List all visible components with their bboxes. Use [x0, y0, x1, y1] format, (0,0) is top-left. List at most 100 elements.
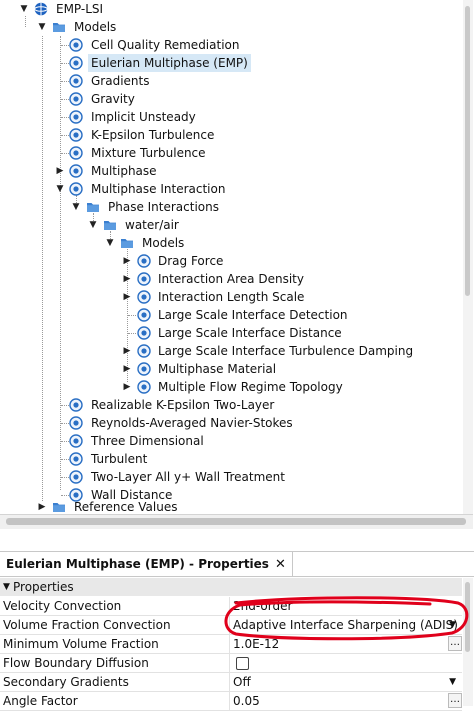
- property-name: Angle Factor: [3, 694, 78, 708]
- property-name: Velocity Convection: [3, 599, 122, 613]
- tree-node-root[interactable]: ▼ EMP-LSI: [0, 0, 460, 18]
- model-node-icon: [137, 344, 151, 358]
- folder-icon: [121, 239, 133, 248]
- chevron-right-icon[interactable]: ▶: [123, 342, 131, 360]
- tree-node-label: Eulerian Multiphase (EMP): [88, 54, 251, 72]
- tree-node-model[interactable]: Implicit Unsteady: [0, 108, 460, 126]
- tree-node-sub-model[interactable]: ▶ Multiphase Material: [0, 360, 460, 378]
- property-row[interactable]: Secondary Gradients Off ▼: [0, 673, 462, 692]
- checkbox[interactable]: [236, 657, 249, 670]
- chevron-right-icon[interactable]: ▶: [56, 162, 64, 180]
- tree-node-sub-model[interactable]: ▶ Interaction Length Scale: [0, 288, 460, 306]
- tree-node-label: Models: [142, 236, 185, 250]
- folder-icon: [87, 203, 99, 212]
- chevron-right-icon[interactable]: ▶: [123, 378, 131, 396]
- properties-panel: Eulerian Multiphase (EMP) - Properties ✕ …: [0, 551, 474, 711]
- model-node-icon: [137, 380, 151, 394]
- scrollbar-thumb[interactable]: [465, 6, 470, 296]
- tree-node-model-selected[interactable]: Eulerian Multiphase (EMP): [0, 54, 460, 72]
- chevron-down-icon[interactable]: ▼: [106, 234, 114, 252]
- property-value-dropdown[interactable]: 2nd-order: [229, 597, 462, 615]
- tree-node-label: Gradients: [91, 74, 150, 88]
- tree-node-sub-model[interactable]: ▶ Interaction Area Density: [0, 270, 460, 288]
- chevron-down-icon[interactable]: ▼: [38, 18, 46, 36]
- property-name: Volume Fraction Convection: [3, 618, 171, 632]
- property-row[interactable]: Minimum Volume Fraction 1.0E-12…: [0, 635, 462, 654]
- tree-node-model[interactable]: Turbulent: [0, 450, 460, 468]
- property-row[interactable]: Angle Factor 0.05…: [0, 692, 462, 711]
- tree-node-model[interactable]: ▶ Multiphase: [0, 162, 460, 180]
- model-node-icon: [69, 470, 83, 484]
- close-icon[interactable]: ✕: [275, 557, 286, 572]
- properties-vertical-scrollbar[interactable]: [463, 578, 473, 706]
- tree-node-model[interactable]: Three Dimensional: [0, 432, 460, 450]
- chevron-down-icon[interactable]: ▼: [449, 616, 456, 634]
- tree-node-models[interactable]: ▼ Models: [0, 18, 460, 36]
- property-name: Minimum Volume Fraction: [3, 637, 159, 651]
- property-value-dropdown[interactable]: Off ▼: [229, 673, 462, 691]
- folder-icon: [53, 23, 65, 32]
- tree-node-phase-interactions[interactable]: ▼ Phase Interactions: [0, 198, 460, 216]
- model-node-icon: [69, 146, 83, 160]
- tree-node-model[interactable]: ▼ Multiphase Interaction: [0, 180, 460, 198]
- tree-node-water-air[interactable]: ▼ water/air: [0, 216, 460, 234]
- tree-node-label: Drag Force: [158, 254, 224, 268]
- tree-node-label: Multiple Flow Regime Topology: [158, 380, 343, 394]
- tree-node-label: Two-Layer All y+ Wall Treatment: [91, 470, 285, 484]
- tab-underline: [0, 576, 474, 577]
- tree-node-sub-model[interactable]: ▶ Large Scale Interface Turbulence Dampi…: [0, 342, 460, 360]
- folder-icon: [104, 221, 116, 230]
- chevron-down-icon[interactable]: ▼: [449, 673, 456, 691]
- property-value-dropdown[interactable]: Adaptive Interface Sharpening (ADIS) ▼: [229, 616, 462, 634]
- properties-section[interactable]: ▼ Properties: [0, 578, 462, 596]
- tree-node-sub-model[interactable]: ▶ Drag Force: [0, 252, 460, 270]
- chevron-right-icon[interactable]: ▶: [38, 498, 46, 514]
- tree-node-reference-values[interactable]: ▶ Reference Values: [0, 498, 460, 514]
- simulation-icon: [34, 2, 48, 16]
- ellipsis-button[interactable]: …: [448, 636, 462, 651]
- tree-node-label: K-Epsilon Turbulence: [91, 128, 215, 142]
- model-node-icon: [69, 110, 83, 124]
- chevron-down-icon[interactable]: ▼: [3, 578, 10, 596]
- tree-horizontal-scrollbar[interactable]: [0, 514, 473, 529]
- property-row[interactable]: Volume Fraction Convection Adaptive Inte…: [0, 616, 462, 635]
- tree-node-model[interactable]: Gravity: [0, 90, 460, 108]
- tree-node-sub-models[interactable]: ▼ Models: [0, 234, 460, 252]
- tree-node-model[interactable]: K-Epsilon Turbulence: [0, 126, 460, 144]
- tree-node-label: Mixture Turbulence: [91, 146, 206, 160]
- tree-node-sub-model[interactable]: Large Scale Interface Distance: [0, 324, 460, 342]
- chevron-down-icon[interactable]: ▼: [56, 180, 64, 198]
- property-row[interactable]: Velocity Convection 2nd-order: [0, 597, 462, 616]
- tree-node-model[interactable]: Cell Quality Remediation: [0, 36, 460, 54]
- properties-tab[interactable]: Eulerian Multiphase (EMP) - Properties ✕: [0, 552, 293, 576]
- chevron-down-icon[interactable]: ▼: [20, 0, 28, 18]
- chevron-right-icon[interactable]: ▶: [123, 288, 131, 306]
- model-node-icon: [69, 56, 83, 70]
- scrollbar-thumb[interactable]: [6, 518, 466, 525]
- tree-node-label: Reference Values: [74, 500, 178, 514]
- tree-node-model[interactable]: Mixture Turbulence: [0, 144, 460, 162]
- scrollbar-thumb[interactable]: [465, 582, 470, 652]
- property-value-field[interactable]: 0.05…: [229, 692, 462, 710]
- property-value: 2nd-order: [233, 599, 293, 613]
- property-row[interactable]: Flow Boundary Diffusion: [0, 654, 462, 673]
- chevron-right-icon[interactable]: ▶: [123, 360, 131, 378]
- model-node-icon: [137, 326, 151, 340]
- tree-node-model[interactable]: Realizable K-Epsilon Two-Layer: [0, 396, 460, 414]
- model-node-icon: [69, 182, 83, 196]
- tree-node-model[interactable]: Two-Layer All y+ Wall Treatment: [0, 468, 460, 486]
- tree-node-sub-model[interactable]: ▶ Multiple Flow Regime Topology: [0, 378, 460, 396]
- chevron-right-icon[interactable]: ▶: [123, 270, 131, 288]
- tree-node-sub-model[interactable]: Large Scale Interface Detection: [0, 306, 460, 324]
- chevron-down-icon[interactable]: ▼: [89, 216, 97, 234]
- tree-vertical-scrollbar[interactable]: [463, 0, 473, 514]
- tree-node-model[interactable]: Reynolds-Averaged Navier-Stokes: [0, 414, 460, 432]
- chevron-down-icon[interactable]: ▼: [72, 198, 80, 216]
- chevron-right-icon[interactable]: ▶: [123, 252, 131, 270]
- model-node-icon: [69, 164, 83, 178]
- ellipsis-button[interactable]: …: [448, 693, 462, 708]
- tree-node-label: Three Dimensional: [91, 434, 204, 448]
- property-value-checkbox-cell[interactable]: [229, 654, 462, 672]
- property-value-field[interactable]: 1.0E-12…: [229, 635, 462, 653]
- tree-node-model[interactable]: Gradients: [0, 72, 460, 90]
